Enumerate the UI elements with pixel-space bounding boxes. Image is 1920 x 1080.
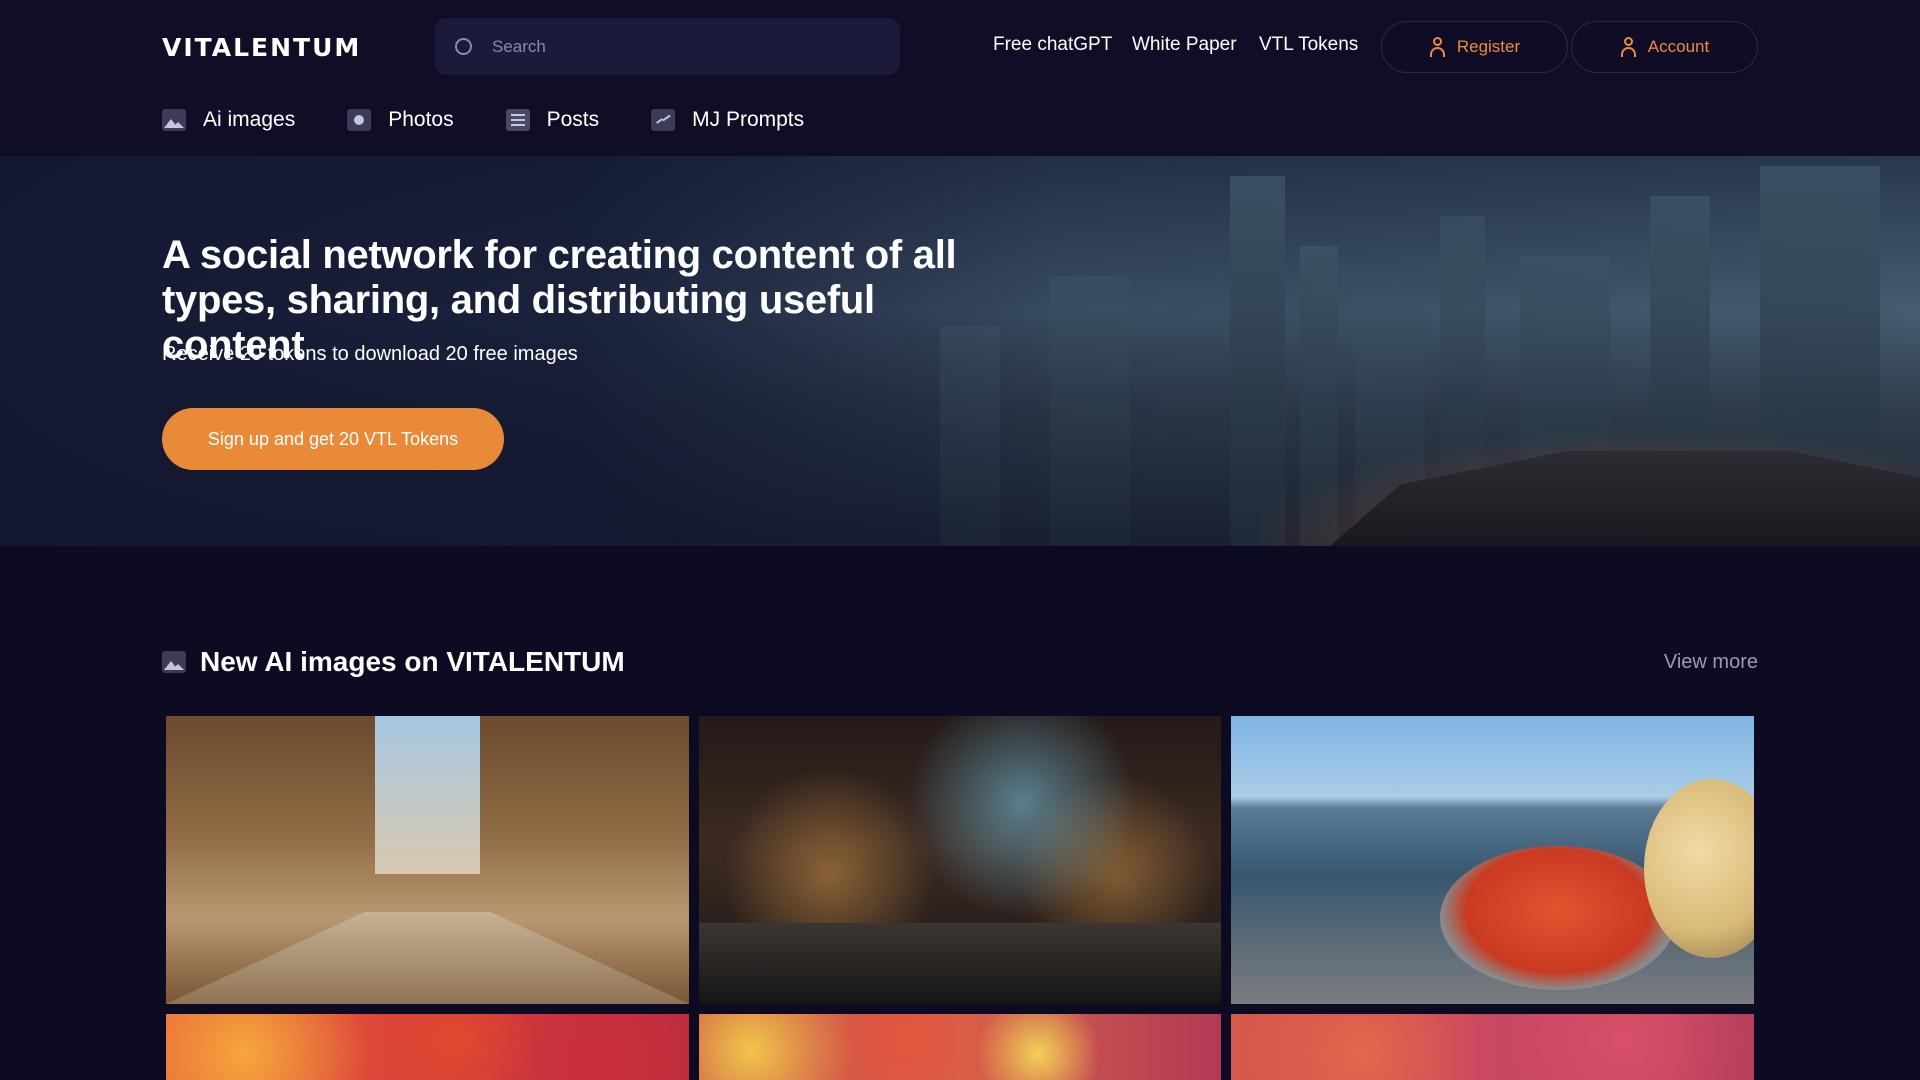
photo-icon [347,109,372,131]
category-photos[interactable]: Photos [347,108,454,132]
gallery-image-autumn-leaves[interactable] [699,1014,1221,1080]
gallery-image-market-street[interactable] [166,716,689,1004]
nav-link-white-paper[interactable]: White Paper [1132,34,1237,56]
gallery-image-night-bazaar[interactable] [699,716,1221,1004]
hero-subtitle: Receive 20 tokens to download 20 free im… [162,343,578,365]
section-title: New AI images on VITALENTUM [200,646,625,677]
category-label: Photos [388,108,454,131]
gallery-image-seaside-crayfish[interactable] [1231,716,1754,1004]
search-icon [455,38,472,55]
account-label: Account [1647,37,1710,56]
gallery-image-autumn-leaves[interactable] [1231,1014,1754,1080]
site-logo[interactable]: VITALENTUM [162,33,361,62]
nav-link-free-chatgpt[interactable]: Free chatGPT [993,34,1112,56]
nav-link-vtl-tokens[interactable]: VTL Tokens [1259,34,1358,56]
register-button[interactable]: Register [1381,21,1568,73]
user-icon [1429,37,1446,57]
category-label: Posts [546,108,600,131]
image-icon [162,651,186,673]
category-label: MJ Prompts [692,108,805,131]
section-header: New AI images on VITALENTUM View more [162,642,1758,682]
site-header: VITALENTUM Free chatGPT White Paper VTL … [0,0,1920,156]
category-label: Ai images [203,108,296,131]
register-label: Register [1456,37,1521,56]
hero-banner: A social network for creating content of… [0,156,1920,546]
category-mj-prompts[interactable]: MJ Prompts [651,108,804,132]
search-bar[interactable] [435,18,900,75]
category-nav: Ai images Photos Posts MJ Prompts [162,100,804,140]
category-posts[interactable]: Posts [505,108,600,132]
gallery-image-autumn-leaves[interactable] [166,1014,689,1080]
category-ai-images[interactable]: Ai images [162,108,295,132]
prompt-icon [651,109,676,131]
account-button[interactable]: Account [1571,21,1758,73]
image-icon [162,109,186,131]
view-more-link[interactable]: View more [1664,651,1758,674]
posts-icon [505,109,530,131]
signup-cta-button[interactable]: Sign up and get 20 VTL Tokens [162,408,504,470]
user-icon [1620,37,1637,57]
search-input[interactable] [492,36,900,57]
